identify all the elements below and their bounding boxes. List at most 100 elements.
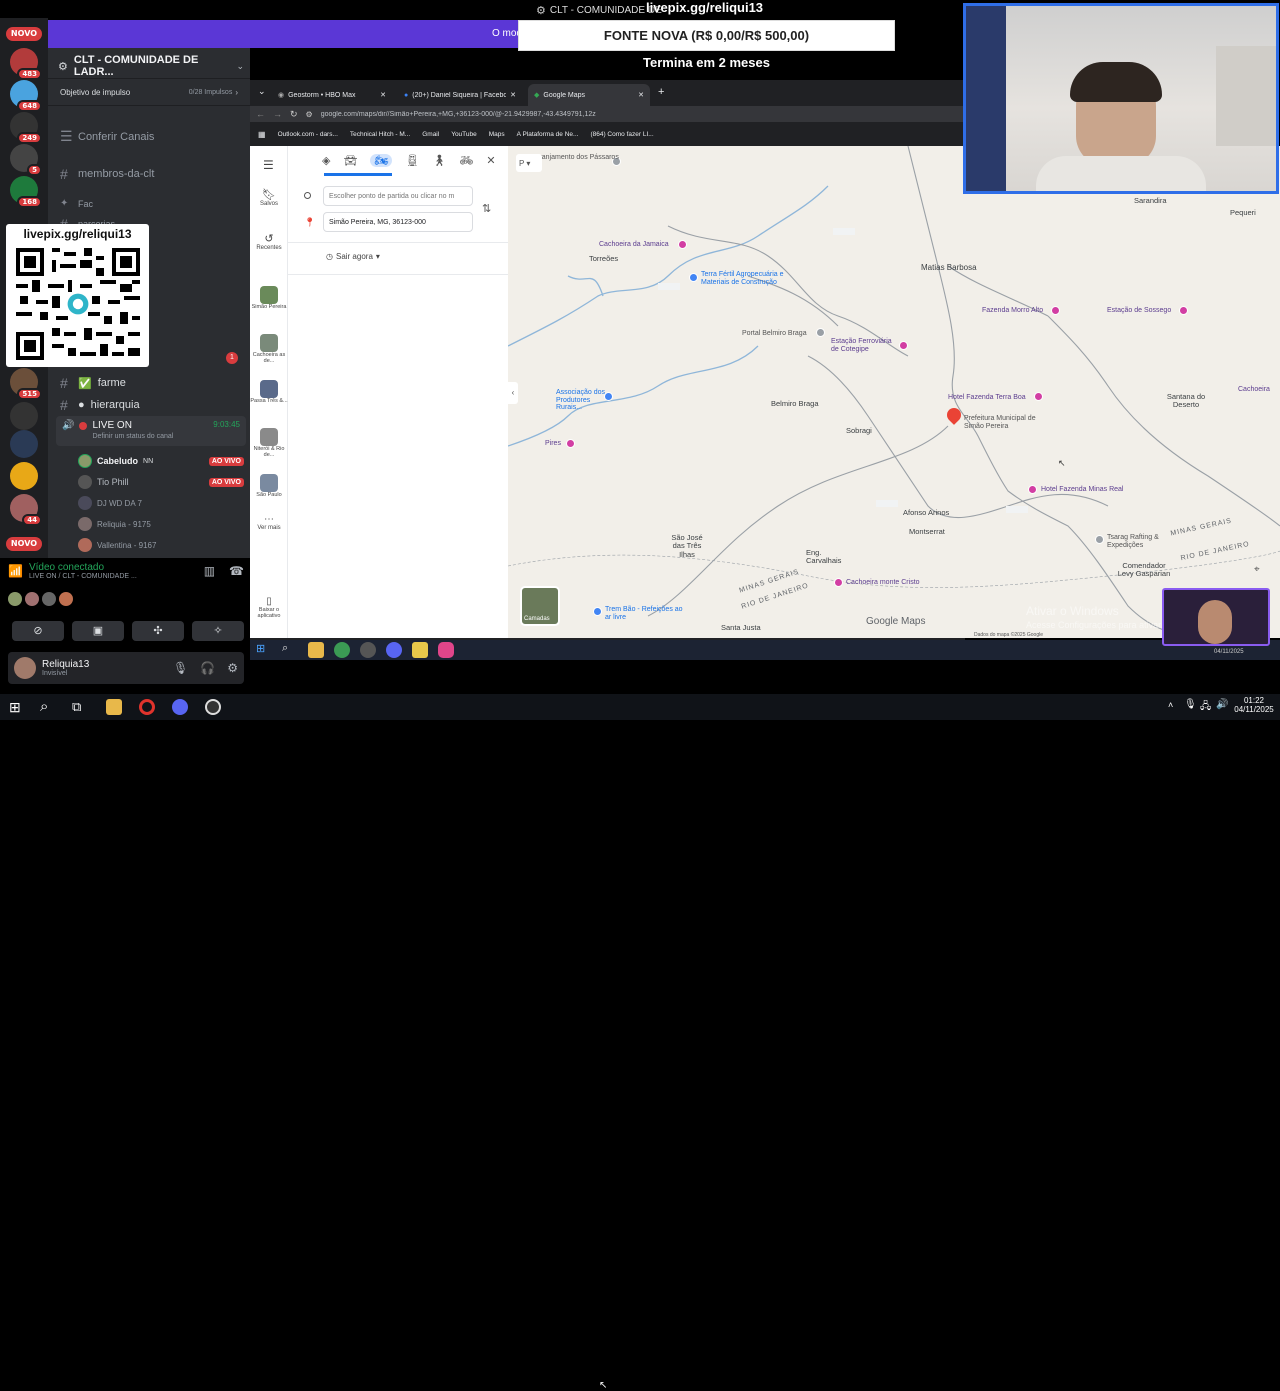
channel-membros[interactable]: # membros-da-clt <box>60 166 154 182</box>
obs-icon[interactable] <box>205 699 221 715</box>
bike-icon[interactable]: 🚲︎ <box>459 154 473 167</box>
boost-goal[interactable]: Objetivo de impulso 0/28 Impulsos › <box>48 78 250 106</box>
place-label[interactable]: Tsarag Rafting & Expedições <box>1107 534 1167 549</box>
activities-icon[interactable]: ✣ <box>132 621 184 641</box>
poi-marker[interactable] <box>1034 392 1043 401</box>
place-label[interactable]: Associação dos Produtores Rurais... <box>556 389 616 412</box>
voice-channel-live[interactable]: 🔊 LIVE ON Definir um status do canal 9:0… <box>56 416 246 446</box>
place-label[interactable]: Cachoeira da Jamaica <box>599 241 669 248</box>
best-route-icon[interactable]: ◈ <box>322 154 330 167</box>
server-icon[interactable]: 44 <box>10 494 42 526</box>
place-label[interactable]: Trem Bão - Refeições ao ar livre <box>605 606 685 621</box>
channel-hierarquia[interactable]: # ● hierarquia <box>60 397 140 413</box>
poi-marker[interactable] <box>1179 306 1188 315</box>
chrome-icon[interactable] <box>334 642 350 658</box>
place-label[interactable]: Estação Ferroviária de Cotegipe <box>831 338 901 353</box>
poi-marker[interactable] <box>834 578 843 587</box>
menu-icon[interactable]: ☰ <box>263 158 274 172</box>
place-label[interactable]: Portal Belmiro Braga <box>742 330 807 337</box>
channel-farme[interactable]: # ✅ farme <box>60 375 126 391</box>
server-icon[interactable]: 168 <box>10 176 42 208</box>
town-label[interactable]: Santa Justa <box>721 623 761 632</box>
town-label[interactable]: Matias Barbosa <box>921 263 977 272</box>
car-icon[interactable]: 🚘︎ <box>343 154 357 167</box>
place-label[interactable]: Fazenda Morro Alto <box>982 307 1043 314</box>
url-input[interactable]: google.com/maps/dir//Simão+Pereira,+MG,+… <box>321 111 959 118</box>
tab-facebook[interactable]: ● (20+) Daniel Siqueira | Facebook ✕ <box>398 84 522 106</box>
recent-place[interactable]: Simão Pereira <box>250 286 288 310</box>
server-icon[interactable]: 483 <box>10 48 42 80</box>
my-location-icon[interactable]: ⌖ <box>1254 564 1260 575</box>
recent-place[interactable]: Niterói & Rio de... <box>250 428 288 458</box>
place-label[interactable]: Prefeitura Municipal de Simão Pereira <box>964 415 1044 430</box>
server-icon[interactable]: 249 <box>10 112 42 144</box>
town-label[interactable]: Santana do Deserto <box>1166 392 1206 410</box>
close-icon[interactable]: ✕ <box>638 91 644 99</box>
tab-list-icon[interactable]: ⌄ <box>258 86 266 97</box>
place-label[interactable]: Estação de Sossego <box>1107 307 1171 314</box>
poi-marker[interactable] <box>593 607 602 616</box>
town-label[interactable]: São José das Três Ilhas <box>665 533 709 559</box>
place-label[interactable]: Cachoeira monte Cristo <box>846 579 920 586</box>
server-icon[interactable] <box>10 430 38 458</box>
town-label[interactable]: Pequeri <box>1230 208 1256 217</box>
download-app[interactable]: ▯ Baixar o aplicativo <box>250 596 288 619</box>
poi-marker[interactable] <box>678 240 687 249</box>
tray-chevron-icon[interactable]: ˄ <box>1168 700 1173 710</box>
headphones-icon[interactable]: 🎧 <box>200 661 215 675</box>
recent-place[interactable]: Cachoeira as de... <box>250 334 288 364</box>
server-icon[interactable]: 648 <box>10 80 42 112</box>
new-tab-icon[interactable]: + <box>658 86 664 98</box>
destination-input[interactable]: Simão Pereira, MG, 36123-000 <box>323 212 473 232</box>
server-header[interactable]: ⚙ CLT - COMUNIDADE DE LADR... ⌄ <box>58 54 244 78</box>
tab-google-maps[interactable]: ◆ Google Maps ✕ <box>528 84 650 106</box>
recent-place[interactable]: Passa Três &... <box>250 380 288 404</box>
file-explorer-icon[interactable] <box>308 642 324 658</box>
poi-marker[interactable] <box>816 328 825 337</box>
town-label[interactable]: Sobragi <box>846 426 872 435</box>
bookmark-outlook[interactable]: Outlook.com - dars... <box>278 131 338 138</box>
search-icon[interactable]: ⌕ <box>282 642 298 658</box>
voice-user[interactable]: Vallentina - 9167 <box>78 538 244 552</box>
bookmark-maps[interactable]: Maps <box>489 131 505 138</box>
instagram-icon[interactable] <box>438 642 454 658</box>
bookmark-technical[interactable]: Technical Hitch - M... <box>350 131 410 138</box>
poi-marker[interactable] <box>689 273 698 282</box>
poi-marker[interactable] <box>1095 535 1104 544</box>
bookmark-gmail[interactable]: Gmail <box>422 131 439 138</box>
settings-gear-icon[interactable]: ⚙ <box>227 661 238 675</box>
network-icon[interactable]: 🖧 <box>1200 699 1211 716</box>
app-icon[interactable] <box>412 642 428 658</box>
transit-icon[interactable]: 🚆︎ <box>405 154 419 167</box>
layers-button[interactable]: Camadas <box>520 586 560 626</box>
soundboard-icon[interactable]: ✧ <box>192 621 244 641</box>
saved-item[interactable]: 🔖︎ Salvos <box>250 188 288 207</box>
motorcycle-icon[interactable]: 🏍︎ <box>370 154 393 167</box>
file-explorer-icon[interactable] <box>106 699 122 715</box>
avatar[interactable] <box>14 657 36 679</box>
bookmark-youtube[interactable]: YouTube <box>451 131 477 138</box>
server-icon[interactable]: 515 <box>10 368 42 400</box>
depart-time-dropdown[interactable]: ◷ Sair agora ▾ <box>326 252 380 261</box>
town-label[interactable]: Montserrat <box>909 527 945 536</box>
place-label[interactable]: Hotel Fazenda Minas Real <box>1041 486 1124 493</box>
close-directions-icon[interactable]: ✕ <box>486 154 495 167</box>
search-icon[interactable]: ⌕ <box>40 698 48 715</box>
place-label[interactable]: Pires <box>545 440 561 447</box>
voice-user[interactable]: Reliquia - 9175 <box>78 517 244 531</box>
swap-icon[interactable]: ⇅ <box>482 202 491 215</box>
steam-icon[interactable] <box>360 642 376 658</box>
recent-place[interactable]: São Paulo <box>250 474 288 498</box>
volume-icon[interactable]: 🔊 <box>1216 699 1228 710</box>
walk-icon[interactable]: 🚶︎ <box>432 154 446 167</box>
collapse-panel-button[interactable]: ‹ <box>508 382 518 404</box>
back-icon[interactable]: ← <box>256 109 265 119</box>
place-label[interactable]: Granjamento dos Pássaros <box>534 154 619 162</box>
forward-icon[interactable]: → <box>273 109 282 119</box>
reload-icon[interactable]: ↻ <box>290 109 298 120</box>
opera-gx-icon[interactable] <box>139 699 155 715</box>
apps-icon[interactable]: ▦ <box>258 130 266 139</box>
recent-item[interactable]: ↺ Recentes <box>250 232 288 251</box>
tab-hbo[interactable]: ◉ Geostorm • HBO Max ✕ <box>272 84 392 106</box>
poi-marker[interactable] <box>1051 306 1060 315</box>
